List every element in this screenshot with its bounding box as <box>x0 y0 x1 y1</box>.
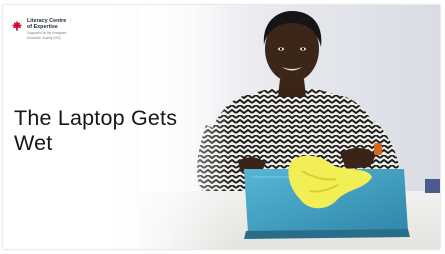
video-slide: Literacy Centre of Expertise Supported b… <box>3 5 440 249</box>
slide-title: The Laptop Gets Wet <box>14 106 224 156</box>
logo-subtitle-line1: Supported by the Immigrant <box>27 31 67 36</box>
slide-title-line2: Wet <box>14 131 53 155</box>
logo: Literacy Centre of Expertise Supported b… <box>11 18 66 40</box>
logo-title-line2: of Expertise <box>27 24 58 31</box>
maple-leaf-icon <box>11 20 23 31</box>
logo-subtitle-line2: Education Society (ISS) <box>27 36 61 41</box>
slide-title-line1: The Laptop Gets <box>14 106 178 130</box>
